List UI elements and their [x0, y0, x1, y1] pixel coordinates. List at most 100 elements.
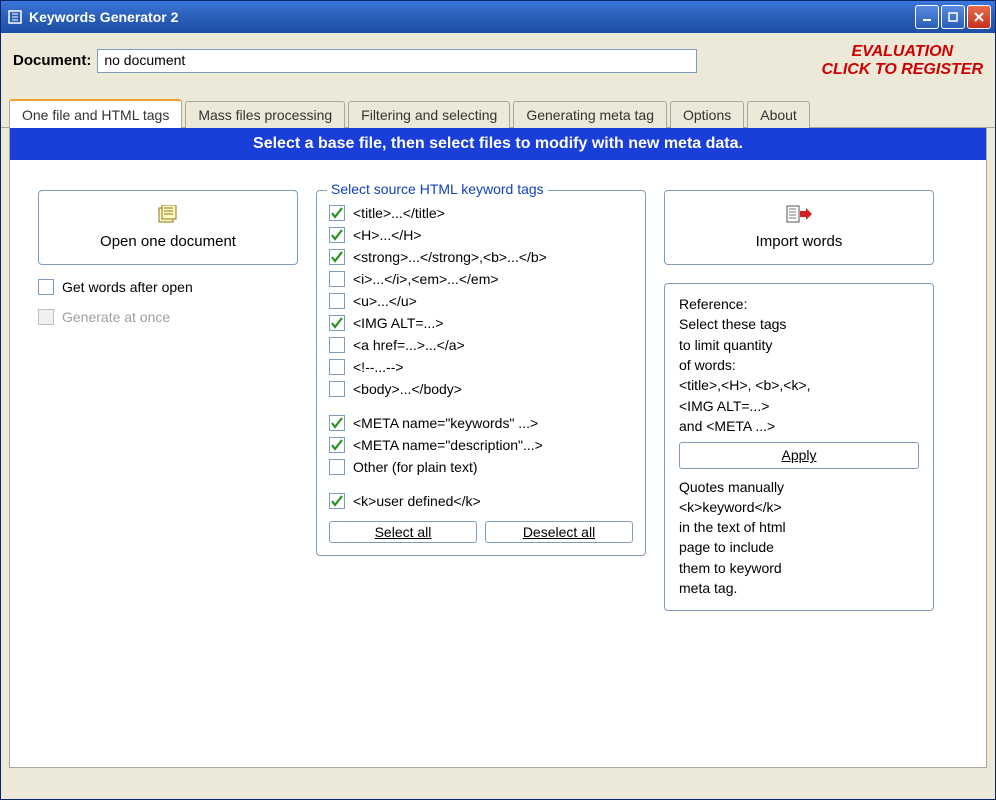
generate-once-label: Generate at once	[62, 309, 170, 325]
tags-group-title: Select source HTML keyword tags	[327, 181, 548, 197]
window-controls	[915, 5, 991, 29]
tag-meta-checkbox-1[interactable]	[329, 437, 345, 453]
reference-box: Reference:Select these tagsto limit quan…	[664, 283, 934, 611]
tag-checkbox-3[interactable]	[329, 271, 345, 287]
tag-meta-row-2: Other (for plain text)	[329, 459, 633, 475]
tag-checkbox-4[interactable]	[329, 293, 345, 309]
generate-once-checkbox-row: Generate at once	[38, 309, 298, 325]
tag-checkbox-7[interactable]	[329, 359, 345, 375]
tag-checkbox-8[interactable]	[329, 381, 345, 397]
left-column: Open one document Get words after open G…	[38, 190, 298, 325]
ref-top-line-5: <IMG ALT=...>	[679, 396, 919, 416]
apply-button[interactable]: Apply	[679, 442, 919, 468]
tab-2[interactable]: Filtering and selecting	[348, 101, 510, 128]
middle-column: Select source HTML keyword tags <title>.…	[316, 190, 646, 556]
tag-meta-checkbox-2[interactable]	[329, 459, 345, 475]
right-column: Import words Reference:Select these tags…	[664, 190, 934, 611]
tag-meta-label-2: Other (for plain text)	[353, 459, 478, 475]
content-area: Open one document Get words after open G…	[10, 160, 986, 641]
tag-label-1: <H>...</H>	[353, 227, 421, 243]
tag-user-checkbox-0[interactable]	[329, 493, 345, 509]
minimize-button[interactable]	[915, 5, 939, 29]
tag-label-4: <u>...</u>	[353, 293, 417, 309]
tag-checkbox-2[interactable]	[329, 249, 345, 265]
document-icon	[156, 205, 180, 227]
import-icon	[786, 205, 812, 227]
select-all-button[interactable]: Select all	[329, 521, 477, 543]
evaluation-link[interactable]: EVALUATION CLICK TO REGISTER	[822, 43, 984, 78]
eval-line1: EVALUATION	[822, 43, 984, 61]
tag-list-1: <title>...</title> <H>...</H> <strong>...<…	[329, 205, 633, 397]
tab-3[interactable]: Generating meta tag	[513, 101, 667, 128]
get-words-checkbox[interactable]	[38, 279, 54, 295]
tag-row-8: <body>...</body>	[329, 381, 633, 397]
get-words-checkbox-row: Get words after open	[38, 279, 298, 295]
tag-label-8: <body>...</body>	[353, 381, 462, 397]
document-label: Document:	[13, 52, 91, 69]
tag-meta-label-1: <META name="description"...>	[353, 437, 543, 453]
ref-bot-line-3: page to include	[679, 537, 919, 557]
tag-row-3: <i>...</i>,<em>...</em>	[329, 271, 633, 287]
tag-checkbox-0[interactable]	[329, 205, 345, 221]
ref-top-line-3: of words:	[679, 355, 919, 375]
tag-label-5: <IMG ALT=...>	[353, 315, 443, 331]
reference-top: Reference:Select these tagsto limit quan…	[679, 294, 919, 436]
ref-top-line-4: <title>,<H>, <b>,<k>,	[679, 375, 919, 395]
tag-row-7: <!--...-->	[329, 359, 633, 375]
tag-row-5: <IMG ALT=...>	[329, 315, 633, 331]
tag-meta-label-0: <META name="keywords" ...>	[353, 415, 538, 431]
ref-top-line-2: to limit quantity	[679, 335, 919, 355]
tag-label-7: <!--...-->	[353, 359, 404, 375]
import-words-button[interactable]: Import words	[664, 190, 934, 265]
titlebar: Keywords Generator 2	[1, 1, 995, 33]
app-icon	[7, 9, 23, 25]
tag-row-2: <strong>...</strong>,<b>...</b>	[329, 249, 633, 265]
document-row: Document: no document EVALUATION CLICK T…	[1, 33, 995, 86]
tag-checkbox-5[interactable]	[329, 315, 345, 331]
tab-panel: Select a base file, then select files to…	[9, 128, 987, 768]
tab-1[interactable]: Mass files processing	[185, 101, 345, 128]
tag-label-2: <strong>...</strong>,<b>...</b>	[353, 249, 547, 265]
tabstrip: One file and HTML tagsMass files process…	[1, 86, 995, 128]
ref-bot-line-4: them to keyword	[679, 558, 919, 578]
tag-label-3: <i>...</i>,<em>...</em>	[353, 271, 499, 287]
ref-bot-line-1: <k>keyword</k>	[679, 497, 919, 517]
ref-bot-line-2: in the text of html	[679, 517, 919, 537]
close-button[interactable]	[967, 5, 991, 29]
tag-user-label-0: <k>user defined</k>	[353, 493, 481, 509]
window: Keywords Generator 2 Document: no docume…	[0, 0, 996, 800]
ref-top-line-6: and <META ...>	[679, 416, 919, 436]
open-document-button[interactable]: Open one document	[38, 190, 298, 265]
tag-label-6: <a href=...>...</a>	[353, 337, 465, 353]
tab-4[interactable]: Options	[670, 101, 744, 128]
tag-user-row-0: <k>user defined</k>	[329, 493, 633, 509]
deselect-all-button[interactable]: Deselect all	[485, 521, 633, 543]
tag-row-0: <title>...</title>	[329, 205, 633, 221]
instruction-banner: Select a base file, then select files to…	[10, 128, 986, 160]
tag-meta-checkbox-0[interactable]	[329, 415, 345, 431]
maximize-button[interactable]	[941, 5, 965, 29]
tag-row-1: <H>...</H>	[329, 227, 633, 243]
tag-row-4: <u>...</u>	[329, 293, 633, 309]
tag-list-3: <k>user defined</k>	[329, 493, 633, 509]
ref-top-line-0: Reference:	[679, 294, 919, 314]
tag-meta-row-1: <META name="description"...>	[329, 437, 633, 453]
tab-5[interactable]: About	[747, 101, 810, 128]
tag-checkbox-1[interactable]	[329, 227, 345, 243]
ref-top-line-1: Select these tags	[679, 314, 919, 334]
tag-label-0: <title>...</title>	[353, 205, 445, 221]
tag-meta-row-0: <META name="keywords" ...>	[329, 415, 633, 431]
get-words-label: Get words after open	[62, 279, 193, 295]
generate-once-checkbox	[38, 309, 54, 325]
document-field[interactable]: no document	[97, 49, 697, 73]
ref-bot-line-0: Quotes manually	[679, 477, 919, 497]
eval-line2: CLICK TO REGISTER	[822, 61, 984, 79]
tab-0[interactable]: One file and HTML tags	[9, 99, 182, 128]
tag-row-6: <a href=...>...</a>	[329, 337, 633, 353]
tags-groupbox: Select source HTML keyword tags <title>.…	[316, 190, 646, 556]
open-document-label: Open one document	[49, 233, 287, 250]
tag-list-2: <META name="keywords" ...> <META name="de…	[329, 415, 633, 475]
tag-checkbox-6[interactable]	[329, 337, 345, 353]
import-words-label: Import words	[675, 233, 923, 250]
ref-bot-line-5: meta tag.	[679, 578, 919, 598]
